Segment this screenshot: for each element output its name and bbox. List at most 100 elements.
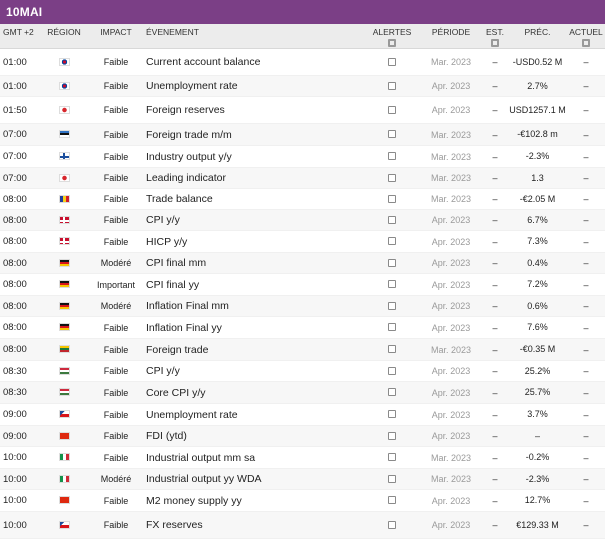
row-actual: – <box>583 474 589 484</box>
table-row[interactable]: 08:00 Faible Trade balance Mar. 2023 – -… <box>0 189 605 210</box>
row-region <box>38 520 90 531</box>
actual-toggle-icon[interactable] <box>582 39 590 47</box>
alert-checkbox[interactable] <box>388 237 396 246</box>
alert-checkbox[interactable] <box>388 130 396 139</box>
table-row[interactable]: 10:00 Modéré Industrial output yy WDA Ma… <box>0 469 605 490</box>
alert-checkbox[interactable] <box>388 496 396 505</box>
it-flag-icon <box>58 474 70 483</box>
alert-checkbox[interactable] <box>388 410 396 419</box>
row-est: – <box>492 81 498 91</box>
table-row[interactable]: 10:00 Faible FX reserves Apr. 2023 – €12… <box>0 512 605 539</box>
row-event[interactable]: Core CPI y/y <box>142 387 364 399</box>
row-region <box>38 236 90 247</box>
row-time: 07:00 <box>3 151 27 162</box>
row-event[interactable]: Industry output y/y <box>142 151 364 163</box>
table-row[interactable]: 08:00 Faible HICP y/y Apr. 2023 – 7.3% – <box>0 231 605 253</box>
row-est: – <box>492 301 498 311</box>
alert-checkbox[interactable] <box>388 301 396 310</box>
table-row[interactable]: 09:00 Faible FDI (ytd) Apr. 2023 – – – <box>0 426 605 447</box>
row-event[interactable]: HICP y/y <box>142 236 364 248</box>
alert-checkbox[interactable] <box>388 345 396 354</box>
row-event[interactable]: Current account balance <box>142 56 364 68</box>
alert-checkbox[interactable] <box>388 173 396 182</box>
alert-checkbox[interactable] <box>388 57 396 66</box>
table-row[interactable]: 08:00 Faible Foreign trade Mar. 2023 – -… <box>0 339 605 361</box>
header-est[interactable]: EST. <box>482 24 508 48</box>
table-row[interactable]: 08:00 Modéré CPI final mm Apr. 2023 – 0.… <box>0 253 605 274</box>
table-row[interactable]: 01:00 Faible Unemployment rate Apr. 2023… <box>0 76 605 97</box>
row-est: – <box>492 366 498 376</box>
row-alert <box>364 366 420 377</box>
row-time: 08:00 <box>3 236 27 247</box>
row-event[interactable]: Industrial output yy WDA <box>142 473 364 485</box>
row-impact: Faible <box>103 215 129 225</box>
row-alert <box>364 301 420 312</box>
alert-settings-icon[interactable] <box>388 39 396 47</box>
row-prev: 0.4% <box>527 257 548 268</box>
row-event[interactable]: Leading indicator <box>142 172 364 184</box>
row-est: – <box>492 520 498 530</box>
alert-checkbox[interactable] <box>388 323 396 332</box>
alert-checkbox[interactable] <box>388 453 396 462</box>
row-event[interactable]: Industrial output mm sa <box>142 452 364 464</box>
row-alert <box>364 387 420 398</box>
alert-checkbox[interactable] <box>388 215 396 224</box>
alert-checkbox[interactable] <box>388 520 396 529</box>
table-row[interactable]: 01:00 Faible Current account balance Mar… <box>0 49 605 76</box>
table-row[interactable]: 08:00 Important CPI final yy Apr. 2023 –… <box>0 274 605 296</box>
event-list: 01:00 Faible Current account balance Mar… <box>0 49 605 539</box>
row-event[interactable]: CPI y/y <box>142 214 364 226</box>
row-time: 10:00 <box>3 473 27 485</box>
table-row[interactable]: 08:30 Faible Core CPI y/y Apr. 2023 – 25… <box>0 382 605 404</box>
table-row[interactable]: 08:00 Faible Inflation Final yy Apr. 202… <box>0 317 605 339</box>
row-event[interactable]: Foreign reserves <box>142 104 364 116</box>
row-region <box>38 431 90 442</box>
row-event[interactable]: CPI final mm <box>142 257 364 269</box>
table-row[interactable]: 08:00 Faible CPI y/y Apr. 2023 – 6.7% – <box>0 210 605 231</box>
row-period: Mar. 2023 <box>430 452 472 463</box>
row-event[interactable]: Foreign trade <box>142 344 364 356</box>
table-row[interactable]: 01:50 Faible Foreign reserves Apr. 2023 … <box>0 97 605 124</box>
row-period: Apr. 2023 <box>431 520 471 530</box>
alert-checkbox[interactable] <box>388 105 396 114</box>
alert-checkbox[interactable] <box>388 258 396 267</box>
row-est: – <box>492 431 498 441</box>
alert-checkbox[interactable] <box>388 280 396 289</box>
table-row[interactable]: 07:00 Faible Industry output y/y Mar. 20… <box>0 146 605 168</box>
alert-checkbox[interactable] <box>388 194 396 203</box>
row-event[interactable]: FX reserves <box>142 519 364 531</box>
table-row[interactable]: 08:00 Modéré Inflation Final mm Apr. 202… <box>0 296 605 317</box>
row-event[interactable]: CPI final yy <box>142 279 364 291</box>
row-alert <box>364 236 420 247</box>
row-est: – <box>492 495 498 506</box>
row-event[interactable]: Inflation Final yy <box>142 322 364 334</box>
table-row[interactable]: 10:00 Faible M2 money supply yy Apr. 202… <box>0 490 605 512</box>
table-row[interactable]: 07:00 Faible Foreign trade m/m Mar. 2023… <box>0 124 605 146</box>
table-row[interactable]: 07:00 Faible Leading indicator Mar. 2023… <box>0 168 605 189</box>
row-event[interactable]: FDI (ytd) <box>142 430 364 442</box>
table-row[interactable]: 08:30 Faible CPI y/y Apr. 2023 – 25.2% – <box>0 361 605 382</box>
row-event[interactable]: M2 money supply yy <box>142 495 364 507</box>
alert-checkbox[interactable] <box>388 388 396 397</box>
alert-checkbox[interactable] <box>388 431 396 440</box>
row-event[interactable]: Trade balance <box>142 193 364 205</box>
row-est: – <box>492 258 498 268</box>
row-time: 08:00 <box>3 214 27 226</box>
table-row[interactable]: 10:00 Faible Industrial output mm sa Mar… <box>0 447 605 469</box>
header-alerts[interactable]: ALERTES <box>364 24 420 48</box>
alert-checkbox[interactable] <box>388 152 396 161</box>
table-row[interactable]: 09:00 Faible Unemployment rate Apr. 2023… <box>0 404 605 426</box>
row-event[interactable]: Unemployment rate <box>142 80 364 92</box>
row-event[interactable]: Inflation Final mm <box>142 300 364 312</box>
est-toggle-icon[interactable] <box>491 39 499 47</box>
row-est: – <box>492 322 498 333</box>
alert-checkbox[interactable] <box>388 81 396 90</box>
row-actual: – <box>583 194 589 204</box>
row-event[interactable]: CPI y/y <box>142 365 364 377</box>
row-event[interactable]: Foreign trade m/m <box>142 129 364 141</box>
row-period: Mar. 2023 <box>430 194 472 204</box>
row-event[interactable]: Unemployment rate <box>142 409 364 421</box>
alert-checkbox[interactable] <box>388 474 396 483</box>
header-actual[interactable]: ACTUEL <box>567 24 605 48</box>
alert-checkbox[interactable] <box>388 366 396 375</box>
